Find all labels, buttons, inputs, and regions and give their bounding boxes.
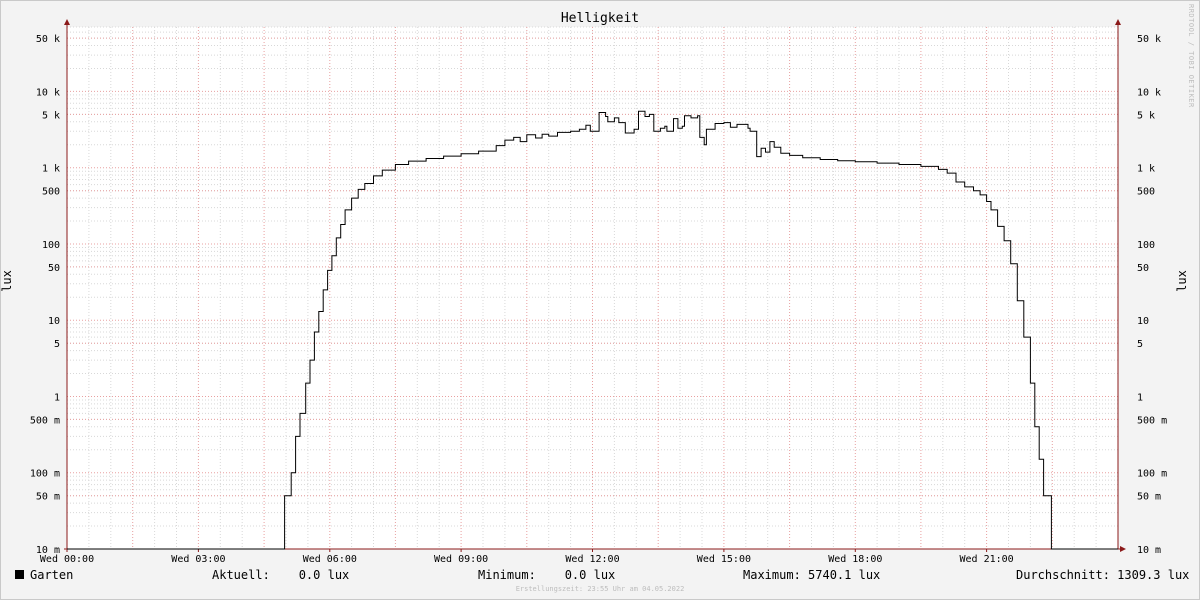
- y-tick-label: 50 k: [36, 34, 60, 45]
- creation-time: Erstellungszeit: 23:55 Uhr am 04.05.2022: [515, 585, 685, 593]
- y-tick-label: 50 m: [1137, 492, 1161, 503]
- y-tick-label: 500: [1137, 187, 1155, 198]
- y-tick-label: 50: [1137, 263, 1149, 274]
- y-tick-label: 1: [1137, 393, 1143, 404]
- y-tick-label: 1 k: [1137, 164, 1155, 175]
- y-tick-label: 10: [48, 316, 60, 327]
- y-tick-label: 10 k: [1137, 87, 1161, 98]
- y-tick-label: 5: [54, 339, 60, 350]
- y-tick-label: 1 k: [42, 164, 60, 175]
- y-tick-label: 100: [42, 240, 60, 251]
- y-tick-label: 500 m: [30, 415, 60, 426]
- y-axis-label-left: lux: [0, 270, 14, 292]
- legend-swatch: [15, 570, 24, 579]
- y-tick-label: 100 m: [30, 469, 60, 480]
- y-tick-label: 5 k: [42, 110, 60, 121]
- y-tick-label: 1: [54, 393, 60, 404]
- y-tick-label: 5: [1137, 339, 1143, 350]
- legend-current: Aktuell: 0.0 lux: [212, 568, 350, 582]
- y-tick-labels-left: 10 m50 m100 m500 m1510501005001 k5 k10 k…: [30, 34, 60, 556]
- y-tick-label: 100: [1137, 240, 1155, 251]
- x-tick-labels: Wed 00:00 Wed 03:00 Wed 06:00 Wed 09:00 Wed …: [40, 554, 1014, 565]
- y-axis-label-right: lux: [1174, 270, 1189, 292]
- x-tick-label: Wed 09:00: [434, 554, 488, 565]
- x-tick-label: Wed 03:00: [171, 554, 225, 565]
- legend-average: Durchschnitt: 1309.3 lux: [1016, 568, 1190, 582]
- legend-maximum: Maximum: 5740.1 lux: [743, 568, 881, 582]
- x-tick-label: Wed 21:00: [960, 554, 1014, 565]
- y-tick-label: 10 k: [36, 87, 60, 98]
- x-tick-label: Wed 00:00: [40, 554, 94, 565]
- legend-minimum: Minimum: 0.0 lux: [478, 568, 616, 582]
- x-axis-arrow: [1120, 546, 1126, 552]
- chart-plot: 10 m 50 m 100 m 500 m 1 5 10 50 100 500 1 k 5 k 10 k…: [30, 19, 1167, 565]
- x-tick-label: Wed 06:00: [303, 554, 357, 565]
- y-tick-label: 10 m: [1137, 545, 1161, 556]
- y-tick-label: 500 m: [1137, 415, 1167, 426]
- y-tick-label: 10: [1137, 316, 1149, 327]
- y-tick-label: 500: [42, 187, 60, 198]
- x-tick-label: Wed 18:00: [828, 554, 882, 565]
- x-tick-label: Wed 15:00: [697, 554, 751, 565]
- y-tick-label: 100 m: [1137, 469, 1167, 480]
- y-tick-label: 5 k: [1137, 110, 1155, 121]
- legend-series-name: Garten: [30, 568, 74, 582]
- y-tick-labels-right: 10 m 50 m 100 m 500 m 1 5 10 50 100 500 1 k 5 k 10 k…: [1137, 34, 1167, 556]
- x-tick-label: Wed 12:00: [565, 554, 619, 565]
- y-axis-arrow-left: [64, 19, 70, 25]
- y-axis-arrow-right: [1115, 19, 1121, 25]
- y-tick-label: 50 m: [36, 492, 60, 503]
- y-tick-label: 50 k: [1137, 34, 1161, 45]
- y-tick-label: 50: [48, 263, 60, 274]
